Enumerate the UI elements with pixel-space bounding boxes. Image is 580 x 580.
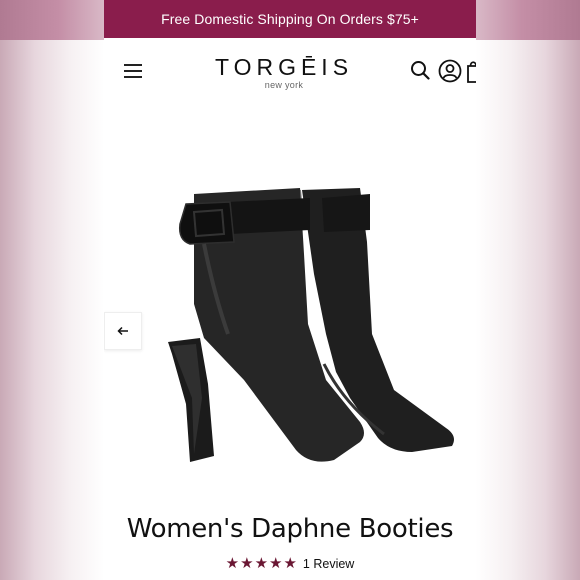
logo-tagline: new york <box>264 80 304 90</box>
account-icon[interactable] <box>438 59 462 83</box>
promo-text: Free Domestic Shipping On Orders $75+ <box>161 11 419 27</box>
prev-image-button[interactable] <box>104 312 142 350</box>
product-rating[interactable]: ★ ★ ★ ★ ★ 1 Review <box>104 556 476 572</box>
product-title: Women's Daphne Booties <box>126 514 454 544</box>
star-icon: ★ <box>283 555 297 572</box>
phone-screen: Free Domestic Shipping On Orders $75+ TO… <box>104 0 476 580</box>
star-icon: ★ <box>269 555 283 572</box>
product-image <box>168 188 454 462</box>
star-icon: ★ <box>225 555 240 572</box>
search-icon[interactable] <box>410 60 430 80</box>
review-count-link[interactable]: 1 Review <box>303 557 354 571</box>
rating-stars: ★ ★ ★ ★ ★ <box>226 556 297 572</box>
cart-icon[interactable] <box>466 58 476 84</box>
star-icon: ★ <box>254 555 269 572</box>
product-image-gallery[interactable] <box>104 104 476 504</box>
brand-logo[interactable]: TORGĒIS new york <box>204 54 364 90</box>
arrow-left-icon <box>117 326 128 336</box>
star-icon: ★ <box>240 555 254 572</box>
logo-wordmark: TORGĒIS <box>214 54 354 80</box>
menu-icon[interactable] <box>124 64 142 78</box>
site-header: TORGĒIS new york <box>104 38 476 104</box>
promo-banner[interactable]: Free Domestic Shipping On Orders $75+ <box>104 0 476 38</box>
